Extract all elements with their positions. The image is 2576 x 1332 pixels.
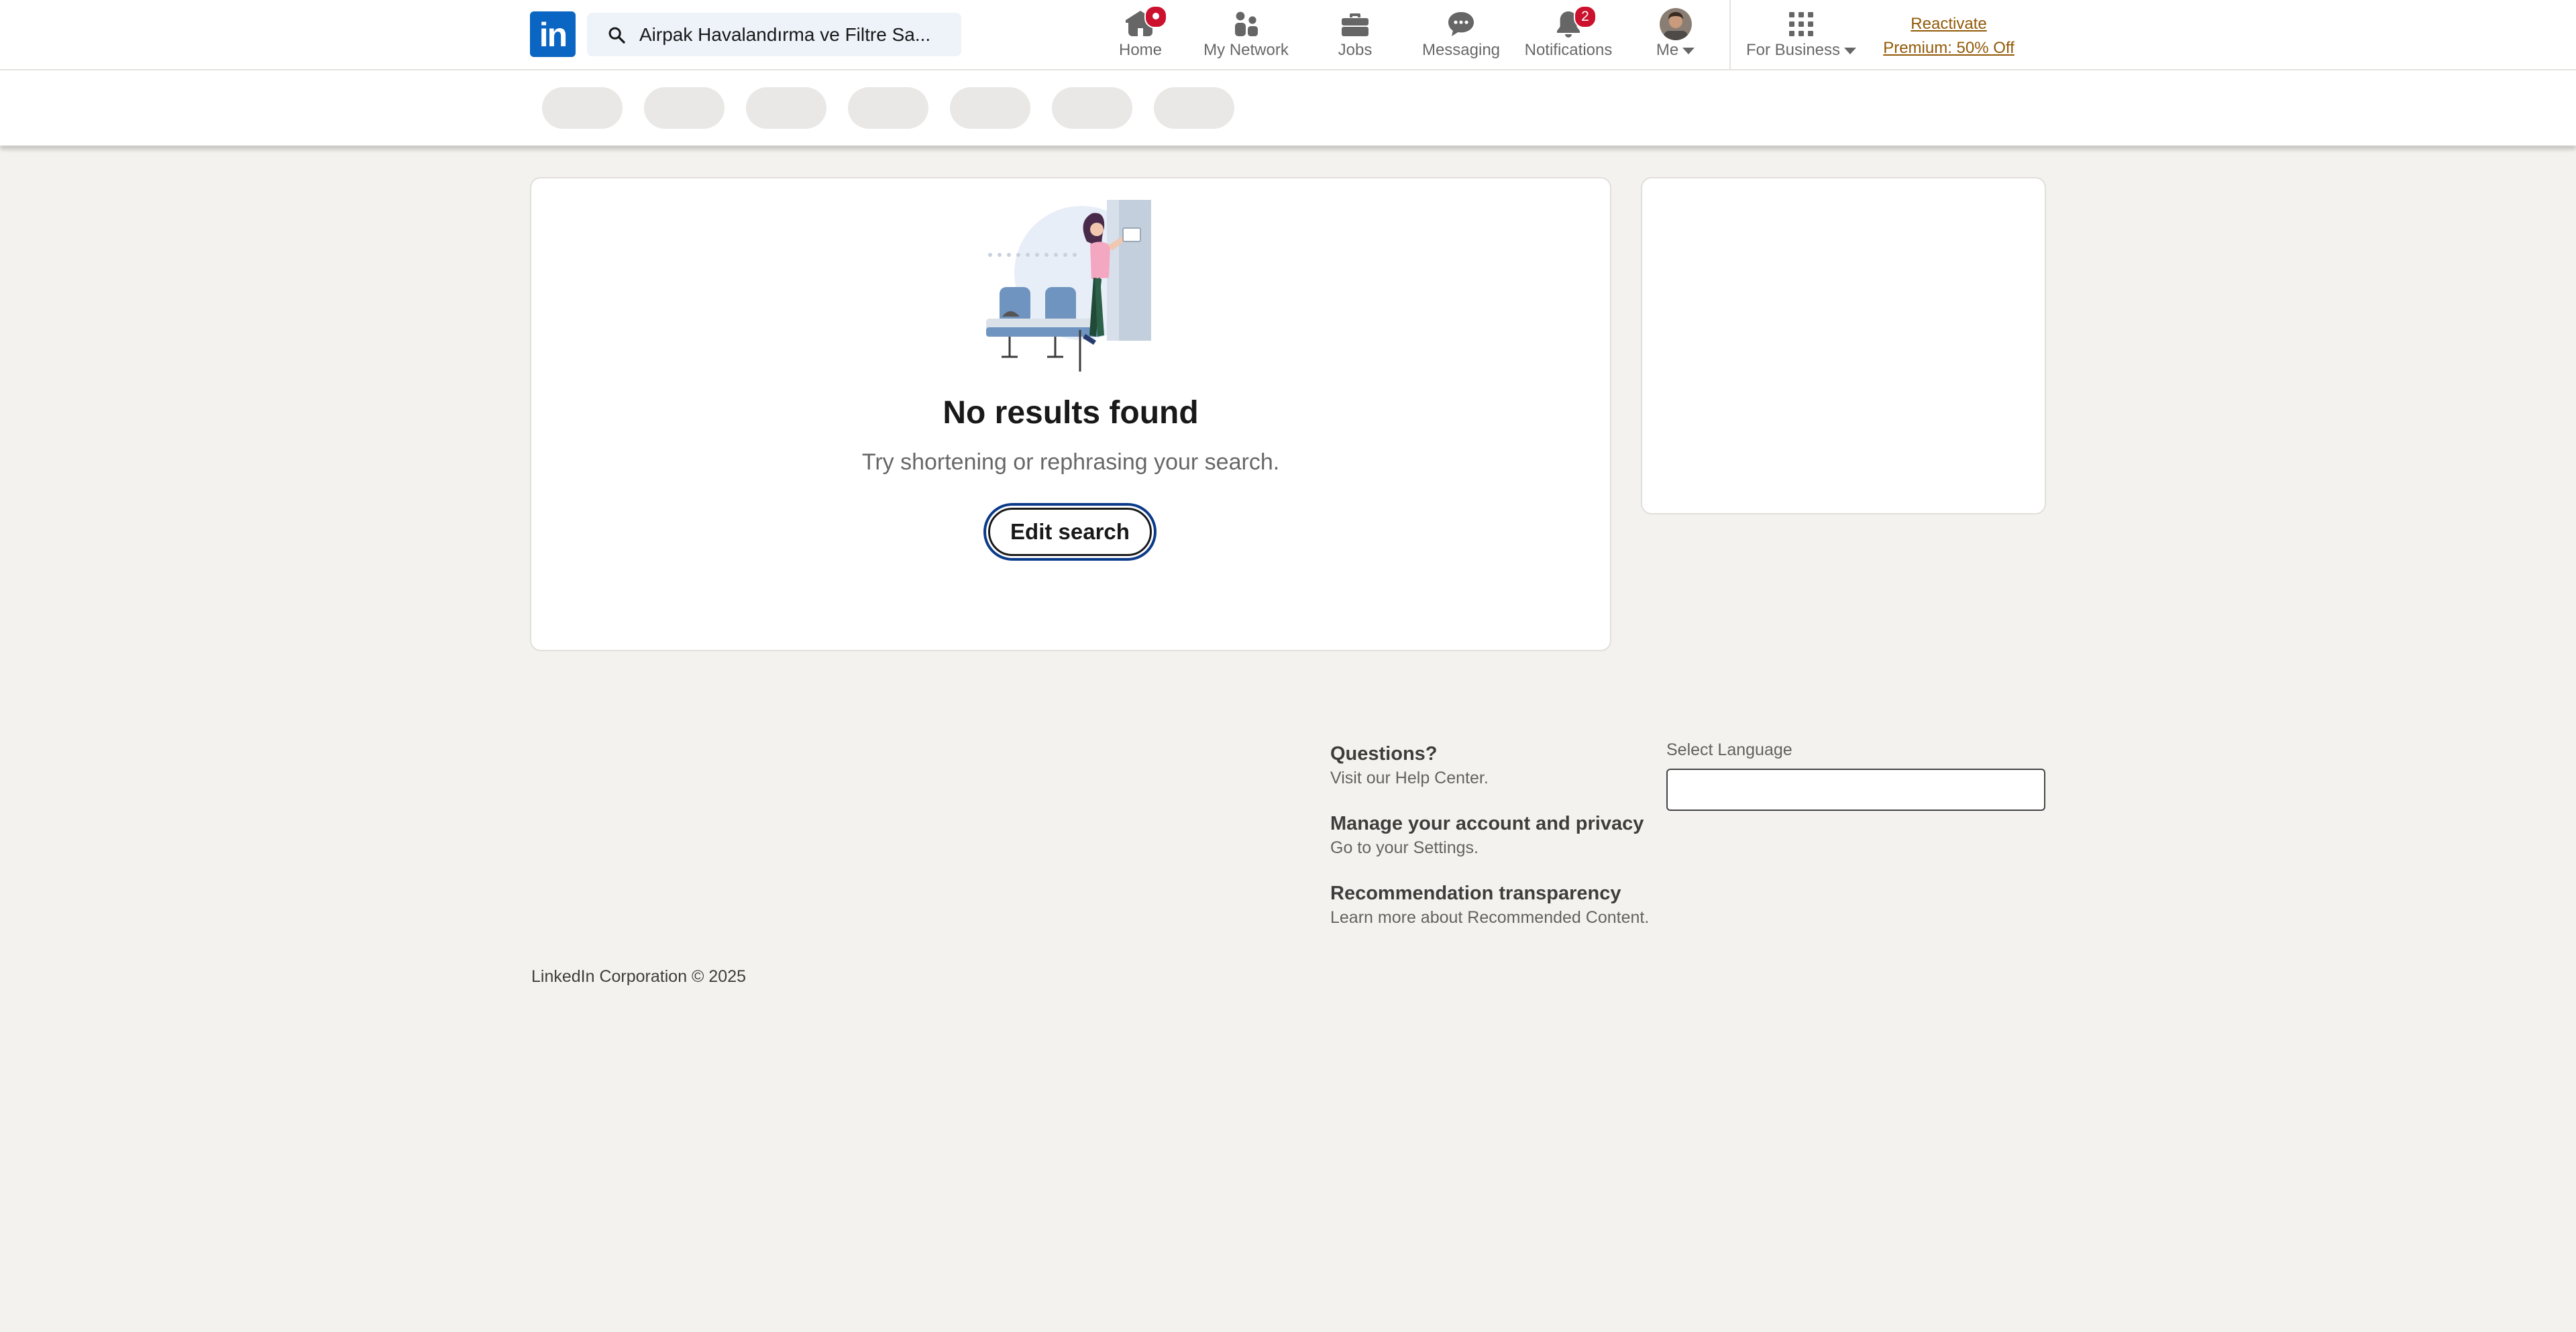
footer-recommendation-title[interactable]: Recommendation transparency xyxy=(1330,883,1621,905)
nav-messaging-label: Messaging xyxy=(1421,41,1501,59)
nav-home-label: Home xyxy=(1118,41,1163,59)
premium-line-2: Premium: 50% Off xyxy=(1883,39,2015,57)
language-select[interactable] xyxy=(1666,769,2045,811)
no-results-subtitle: Try shortening or rephrasing your search… xyxy=(861,449,1280,475)
search-filter-bar xyxy=(0,70,2576,146)
nav-my-network[interactable]: My Network xyxy=(1197,0,1295,69)
nav-jobs[interactable]: Jobs xyxy=(1315,0,1395,69)
filter-pill-placeholder xyxy=(950,87,1030,129)
briefcase-icon xyxy=(1342,13,1368,36)
nav-notifications-label: Notifications xyxy=(1524,41,1613,59)
filter-pill-placeholder xyxy=(1052,87,1132,129)
linkedin-logo[interactable]: in xyxy=(530,11,576,57)
nav-for-business[interactable]: For Business xyxy=(1741,0,1862,69)
reactivate-premium-link[interactable]: Reactivate Premium: 50% Off xyxy=(1872,12,2026,60)
nav-me[interactable]: Me xyxy=(1637,0,1714,69)
avatar xyxy=(1659,8,1692,40)
nav-divider xyxy=(1729,0,1731,69)
footer-account-privacy-title[interactable]: Manage your account and privacy xyxy=(1330,813,1644,835)
right-rail-card xyxy=(1641,177,2046,514)
language-select-label: Select Language xyxy=(1666,740,1792,759)
top-nav-bar: in Airpak Havalandırma ve Filtre Sa... H… xyxy=(0,0,2576,70)
nav-notifications[interactable]: 2 Notifications xyxy=(1517,0,1619,69)
nav-home[interactable]: Home xyxy=(1100,0,1181,69)
grid-icon xyxy=(1789,12,1813,36)
copyright-text: LinkedIn Corporation © 2025 xyxy=(531,967,747,986)
footer-questions-title[interactable]: Questions? xyxy=(1330,743,1438,765)
premium-line-1: Reactivate xyxy=(1911,15,1987,33)
nav-me-label: Me xyxy=(1637,41,1714,60)
nav-for-business-label: For Business xyxy=(1741,41,1862,60)
filter-pill-placeholder xyxy=(1154,87,1234,129)
home-notification-dot xyxy=(1144,5,1167,28)
search-input[interactable]: Airpak Havalandırma ve Filtre Sa... xyxy=(639,13,930,56)
filter-pill-placeholder xyxy=(644,87,724,129)
chevron-down-icon xyxy=(1844,47,1857,54)
filter-pill-placeholder xyxy=(746,87,826,129)
search-box[interactable]: Airpak Havalandırma ve Filtre Sa... xyxy=(587,13,961,56)
filter-pill-placeholder xyxy=(542,87,623,129)
chevron-down-icon xyxy=(1682,47,1695,54)
notifications-badge: 2 xyxy=(1574,5,1597,28)
chat-icon xyxy=(1448,12,1474,36)
footer-settings-link[interactable]: Go to your Settings. xyxy=(1330,838,1479,858)
nav-messaging[interactable]: Messaging xyxy=(1414,0,1508,69)
filter-pill-placeholder xyxy=(848,87,928,129)
nav-jobs-label: Jobs xyxy=(1338,41,1373,59)
footer-help-center-link[interactable]: Visit our Help Center. xyxy=(1330,769,1489,788)
nav-my-network-label: My Network xyxy=(1203,41,1289,59)
search-icon xyxy=(608,27,625,44)
empty-search-illustration xyxy=(986,200,1151,372)
no-results-title: No results found xyxy=(943,395,1199,431)
edit-search-button[interactable]: Edit search xyxy=(988,508,1152,556)
people-icon xyxy=(1234,11,1258,36)
footer-recommended-content-link[interactable]: Learn more about Recommended Content. xyxy=(1330,908,1649,928)
